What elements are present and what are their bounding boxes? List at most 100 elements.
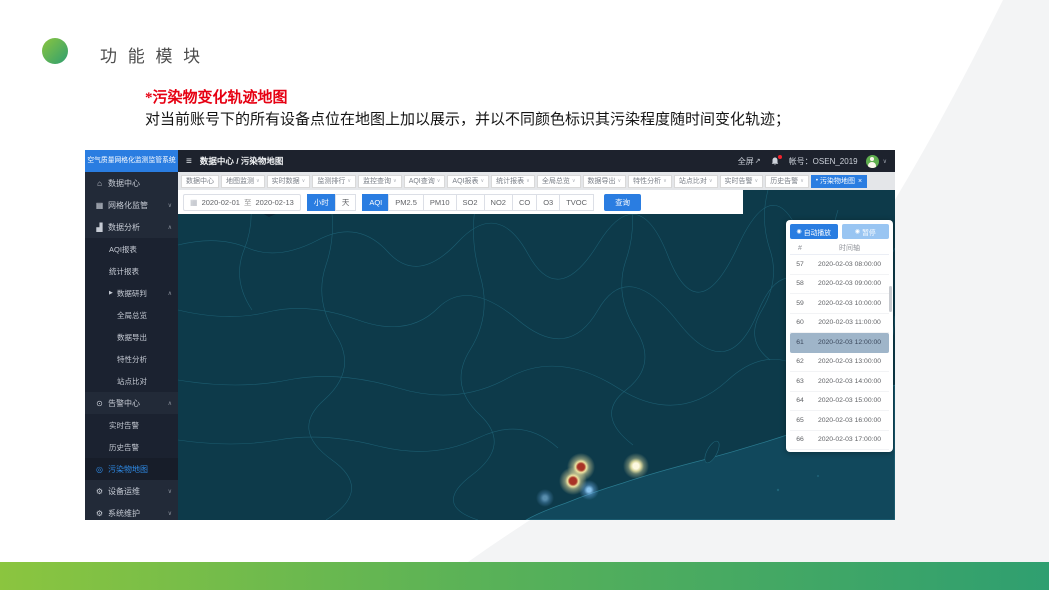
fullscreen-button[interactable]: 全屏 ↗ <box>738 156 761 167</box>
avatar[interactable] <box>866 155 879 168</box>
timeline-row[interactable]: 61 2020-02-03 12:00:00 <box>790 333 889 353</box>
pollution-map-dot[interactable] <box>530 483 560 513</box>
timeline-row[interactable]: 59 2020-02-03 10:00:00 <box>790 294 889 314</box>
tab[interactable]: 监测排行 ∨ <box>312 175 356 188</box>
panel-scrollbar[interactable] <box>889 286 892 312</box>
timeline-row[interactable]: 65 2020-02-03 16:00:00 <box>790 411 889 431</box>
caret-down-icon: ∨ <box>480 178 484 184</box>
sidebar-item[interactable]: ◎ 污染物地图 <box>85 458 178 480</box>
sidebar-item[interactable]: ▦ 网格化监管 ∨ <box>85 194 178 216</box>
section-title: 功 能 模 块 <box>100 42 203 67</box>
pollutant-button[interactable]: O3 <box>536 194 560 211</box>
menu-toggle-icon[interactable]: ≡ <box>186 156 192 167</box>
granularity-button[interactable]: 天 <box>335 194 357 211</box>
pollutant-button[interactable]: NO2 <box>484 194 513 211</box>
tab[interactable]: 实时数据 ∨ <box>267 175 311 188</box>
pollutant-button[interactable]: SO2 <box>456 194 485 211</box>
sidebar-item[interactable]: ⊙ 告警中心 ∧ <box>85 392 178 414</box>
sidebar-item[interactable]: ⚙ 设备运维 ∨ <box>85 480 178 502</box>
tab-label: 地图监测 <box>226 176 254 186</box>
device-icon: ⚙ <box>95 487 104 496</box>
timeline-row[interactable]: 60 2020-02-03 11:00:00 <box>790 314 889 334</box>
slide: 功 能 模 块 *污染物变化轨迹地图 对当前账号下的所有设备点位在地图上加以展示… <box>0 0 1049 590</box>
sidebar-item[interactable]: 特性分析 <box>85 348 178 370</box>
pollutant-button[interactable]: TVOC <box>559 194 594 211</box>
caret-down-icon: ∨ <box>800 178 804 184</box>
tab[interactable]: 数据导出 ∨ <box>583 175 627 188</box>
sidebar-item[interactable]: ⌂ 数据中心 <box>85 172 178 194</box>
tab[interactable]: 数据中心 <box>181 175 219 188</box>
caret-icon: ∨ <box>168 202 172 209</box>
query-button[interactable]: 查询 <box>604 194 641 211</box>
sidebar-item-label: 数据研判 <box>117 288 147 299</box>
sidebar-item[interactable]: 统计报表 <box>85 260 178 282</box>
pollutant-button[interactable]: PM2.5 <box>388 194 424 211</box>
panel-buttons: ◉ 自动播放 ◉ 暂停 <box>790 224 889 239</box>
date-range-input[interactable]: ▦ 2020-02-01 至 2020-02-13 <box>183 194 301 211</box>
granularity-button[interactable]: 小时 <box>307 194 336 211</box>
timeline-row[interactable]: 63 2020-02-03 14:00:00 <box>790 372 889 392</box>
pollutant-button[interactable]: AQI <box>362 194 389 211</box>
row-time: 2020-02-03 17:00:00 <box>810 436 889 443</box>
pollutant-group: AQI PM2.5 PM10 <box>362 194 594 211</box>
row-time: 2020-02-03 16:00:00 <box>810 417 889 424</box>
timeline-row[interactable]: 64 2020-02-03 15:00:00 <box>790 392 889 412</box>
pollutant-button[interactable]: PM10 <box>423 194 457 211</box>
pollutant-button[interactable]: CO <box>512 194 537 211</box>
tab[interactable]: 历史告警 ∨ <box>765 175 809 188</box>
sidebar-item[interactable]: 历史告警 <box>85 436 178 458</box>
feature-title: *污染物变化轨迹地图 <box>145 86 288 107</box>
tab[interactable]: 全局总览 ∨ <box>537 175 581 188</box>
tab-label: 实时数据 <box>272 176 300 186</box>
pause-label: 暂停 <box>862 227 876 237</box>
tab[interactable]: AQI报表 ∨ <box>447 175 489 188</box>
sidebar-item-label: 站点比对 <box>117 376 147 387</box>
app-topbar: 空气质量网格化监测监管系统 ≡ 数据中心 / 污染物地图 全屏 ↗ 帐号：OSE… <box>85 150 895 172</box>
close-icon[interactable]: × <box>858 178 862 185</box>
sidebar-item-label: AQI报表 <box>109 244 137 255</box>
sidebar-item-label: 污染物地图 <box>108 464 148 475</box>
timeline-row[interactable]: 58 2020-02-03 09:00:00 <box>790 275 889 295</box>
tab-label: 站点比对 <box>679 176 707 186</box>
tab[interactable]: 特性分析 ∨ <box>628 175 672 188</box>
caret-down-icon: ∨ <box>526 178 530 184</box>
section-bullet <box>42 38 68 64</box>
autoplay-button[interactable]: ◉ 自动播放 <box>790 224 838 239</box>
sidebar-item-label: 数据导出 <box>117 332 147 343</box>
pause-button[interactable]: ◉ 暂停 <box>842 224 890 239</box>
sidebar-item[interactable]: AQI报表 <box>85 238 178 260</box>
timeline-row[interactable]: 62 2020-02-03 13:00:00 <box>790 353 889 373</box>
timeline-row[interactable]: 57 2020-02-03 08:00:00 <box>790 255 889 275</box>
sidebar-item[interactable]: 实时告警 <box>85 414 178 436</box>
map-area[interactable]: ▦ 2020-02-01 至 2020-02-13 小时 <box>178 190 895 520</box>
sidebar-item[interactable]: 站点比对 <box>85 370 178 392</box>
sidebar-item[interactable]: 数据导出 <box>85 326 178 348</box>
sidebar-item[interactable]: ▟ 数据分析 ∧ <box>85 216 178 238</box>
row-time: 2020-02-03 10:00:00 <box>810 300 889 307</box>
pollution-map-dot[interactable] <box>574 475 604 505</box>
granularity-group: 小时 天 <box>307 194 357 211</box>
caret-down-icon: ∨ <box>572 178 576 184</box>
row-index: 62 <box>790 358 810 365</box>
pollutant-label: PM10 <box>430 198 450 207</box>
tab[interactable]: • 污染物地图 × <box>811 175 867 188</box>
tab[interactable]: AQI查询 ∨ <box>404 175 446 188</box>
tab[interactable]: 统计报表 ∨ <box>491 175 535 188</box>
account-caret-icon[interactable]: ∨ <box>883 158 887 165</box>
app-logo[interactable]: 空气质量网格化监测监管系统 <box>85 150 178 172</box>
tab[interactable]: 地图监测 ∨ <box>221 175 265 188</box>
timeline-row[interactable]: 66 2020-02-03 17:00:00 <box>790 431 889 451</box>
tab[interactable]: 站点比对 ∨ <box>674 175 718 188</box>
sidebar-item[interactable]: ⚙ 系统维护 ∨ <box>85 502 178 520</box>
pollution-map-dot[interactable] <box>621 451 651 481</box>
caret-icon: ∨ <box>168 510 172 517</box>
sidebar-item-label: 历史告警 <box>109 442 139 453</box>
row-time: 2020-02-03 14:00:00 <box>810 378 889 385</box>
notification-bell-icon[interactable] <box>771 157 779 166</box>
calendar-icon: ▦ <box>190 198 198 207</box>
sidebar-item[interactable]: ▶ 数据研判 ∧ <box>85 282 178 304</box>
tab[interactable]: 实时告警 ∨ <box>720 175 764 188</box>
fullscreen-icon: ↗ <box>755 157 761 165</box>
sidebar-item[interactable]: 全局总览 <box>85 304 178 326</box>
tab[interactable]: 监控查询 ∨ <box>358 175 402 188</box>
